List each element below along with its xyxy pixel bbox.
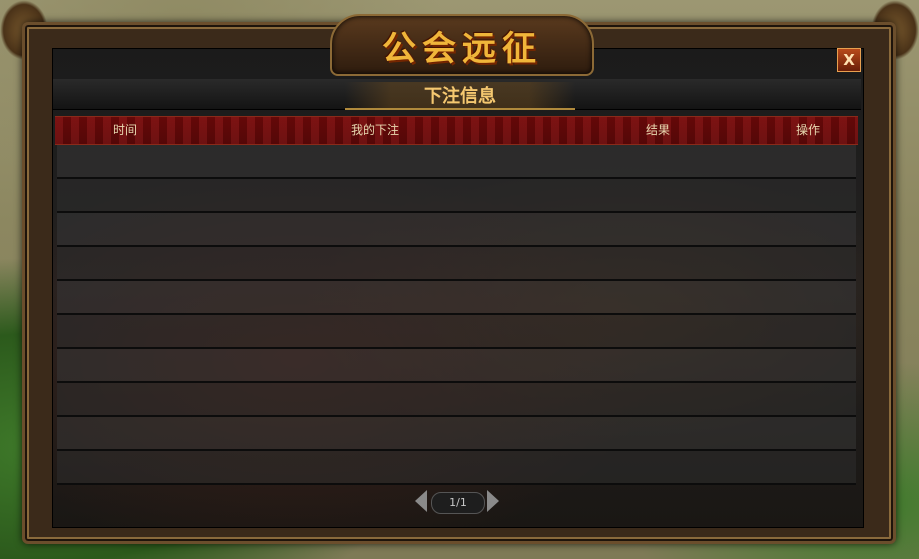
window-title: 公会远征 [382,28,542,69]
next-page-icon[interactable] [487,490,499,512]
page-indicator: 1/1 [431,492,485,514]
column-header-action: 操作 [795,123,820,137]
table-row [57,247,856,281]
table-row [57,213,856,247]
column-header-result: 结果 [645,123,670,137]
pagination: 1/1 [415,488,499,516]
table-row [57,349,856,383]
table-row [57,315,856,349]
table-row [57,179,856,213]
table-row [57,451,856,485]
table-header: 时间 我的下注 结果 操作 [55,116,858,145]
table-row [57,417,856,451]
prev-page-icon[interactable] [415,490,427,512]
column-header-my-bet: 我的下注 [350,123,399,137]
table-row [57,281,856,315]
column-header-time: 时间 [112,123,137,137]
table-body [57,145,856,485]
table-row [57,145,856,179]
title-plate: 公会远征 [330,14,594,76]
section-title: 下注信息 [345,82,575,110]
close-button[interactable]: X [837,48,861,72]
table-row [57,383,856,417]
